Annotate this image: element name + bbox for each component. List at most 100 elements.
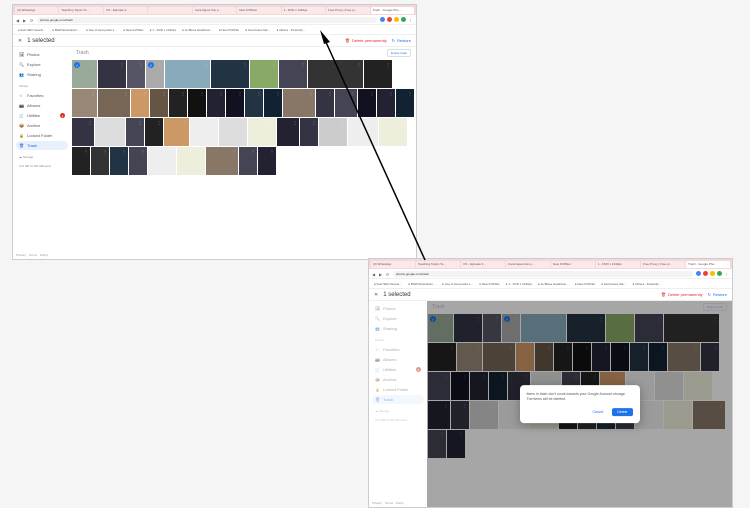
photo-thumbnail[interactable] xyxy=(239,147,257,175)
photo-thumbnail[interactable] xyxy=(348,118,378,146)
browser-tab[interactable]: Free Proxy | Free pr… xyxy=(326,7,369,14)
browser-tab[interactable]: Teaching Topics To… xyxy=(416,261,460,268)
photo-thumbnail[interactable] xyxy=(316,89,334,117)
sidebar-item-albums[interactable]: 📷Albums xyxy=(16,101,68,110)
ext-icon[interactable] xyxy=(380,17,385,22)
browser-tab[interactable]: 1 - DVD x 1440ps xyxy=(282,7,325,14)
ext-icon[interactable] xyxy=(401,17,406,22)
sidebar-item-sharing[interactable]: 👥Sharing xyxy=(16,70,68,79)
ext-icon[interactable] xyxy=(696,271,701,276)
delete-permanently-button[interactable]: 🗑 Delete permanently xyxy=(661,292,703,297)
photo-thumbnail[interactable] xyxy=(110,147,128,175)
close-icon[interactable]: ✕ xyxy=(374,292,378,298)
cancel-button[interactable]: Cancel xyxy=(587,408,608,416)
photo-thumbnail[interactable] xyxy=(72,89,97,117)
photo-thumbnail[interactable] xyxy=(364,60,392,88)
photo-thumbnail[interactable] xyxy=(283,89,315,117)
photo-thumbnail[interactable] xyxy=(319,118,347,146)
photo-thumbnail[interactable] xyxy=(335,89,357,117)
photo-thumbnail[interactable] xyxy=(150,89,168,117)
sidebar-item-albums[interactable]: 📷Albums xyxy=(372,355,424,364)
sidebar-item-explore[interactable]: 🔍Explore xyxy=(16,60,68,69)
sidebar-item-archive[interactable]: 📦Archive xyxy=(372,375,424,384)
photo-thumbnail[interactable] xyxy=(72,60,97,88)
restore-button[interactable]: ↻ Restore xyxy=(708,292,727,297)
browser-tab[interactable]: (3) WhatsApp xyxy=(371,261,415,268)
photo-thumbnail[interactable] xyxy=(131,89,149,117)
bookmark-item[interactable]: ● 1 - DVD x 1440ps xyxy=(148,28,178,32)
photo-thumbnail[interactable] xyxy=(264,89,282,117)
bookmark-item[interactable]: ● B&W Entertainm… xyxy=(50,28,82,32)
bookmark-item[interactable]: ● Vee of best parks s… xyxy=(440,282,475,286)
photo-thumbnail[interactable] xyxy=(207,89,225,117)
photo-thumbnail[interactable] xyxy=(98,60,126,88)
browser-tab[interactable]: Free Proxy | Free pr… xyxy=(641,261,685,268)
sidebar-item-locked-folder[interactable]: 🔒Locked Folder xyxy=(16,131,68,140)
photo-thumbnail[interactable] xyxy=(126,118,144,146)
browser-tab[interactable]: VO - Episode 3… xyxy=(104,7,147,14)
photo-thumbnail[interactable] xyxy=(358,89,376,117)
browser-tab[interactable]: Trash - Google Pho… xyxy=(686,261,730,268)
photo-thumbnail[interactable] xyxy=(129,147,147,175)
footer-link[interactable]: Policy xyxy=(396,501,404,505)
bookmark-item[interactable]: ● B&W Entertainm… xyxy=(406,282,438,286)
url-input[interactable]: photos.google.com/trash xyxy=(37,17,377,23)
browser-tab[interactable]: New KVDNer xyxy=(237,7,280,14)
photo-thumbnail[interactable] xyxy=(169,89,187,117)
browser-tab[interactable]: Cara hapus foto p… xyxy=(506,261,550,268)
photo-thumbnail[interactable] xyxy=(148,147,176,175)
photo-thumbnail[interactable] xyxy=(72,118,94,146)
footer-link[interactable]: Policy xyxy=(40,253,48,257)
photo-thumbnail[interactable] xyxy=(250,60,278,88)
photo-thumbnail[interactable] xyxy=(226,89,244,117)
photo-thumbnail[interactable] xyxy=(258,147,276,175)
photo-thumbnail[interactable] xyxy=(146,60,164,88)
photo-thumbnail[interactable] xyxy=(95,118,125,146)
bookmark-item[interactable]: ● best buses Ma… xyxy=(599,282,628,286)
photo-thumbnail[interactable] xyxy=(245,89,263,117)
delete-button[interactable]: Delete xyxy=(612,408,632,416)
photo-thumbnail[interactable] xyxy=(145,118,163,146)
sidebar-item-favorites[interactable]: ☆Favorites xyxy=(16,91,68,100)
sidebar-item-utilities[interactable]: 🛒Utilities1 xyxy=(16,111,68,120)
sidebar-item-photos[interactable]: 🖼Photos xyxy=(372,304,424,313)
bookmark-item[interactable]: ● best SEO develo… xyxy=(372,282,404,286)
ext-icon[interactable] xyxy=(717,271,722,276)
url-input[interactable]: photos.google.com/trash xyxy=(393,271,693,277)
sidebar-item-sharing[interactable]: 👥Sharing xyxy=(372,324,424,333)
browser-tab[interactable]: VO - Episode 3… xyxy=(461,261,505,268)
browser-tab[interactable] xyxy=(148,7,191,14)
close-icon[interactable]: ✕ xyxy=(18,38,22,44)
bookmark-item[interactable]: ● New KVDNer xyxy=(217,28,241,32)
forward-icon[interactable]: ▶ xyxy=(23,18,27,22)
bookmark-item[interactable]: ● best SEO develo… xyxy=(16,28,48,32)
footer-link[interactable]: Terms xyxy=(29,253,37,257)
photo-thumbnail[interactable] xyxy=(279,60,307,88)
sidebar-item-favorites[interactable]: ☆Favorites xyxy=(372,345,424,354)
bookmark-item[interactable]: ● New KVDNer xyxy=(121,28,145,32)
reload-icon[interactable]: ⟳ xyxy=(30,18,34,22)
back-icon[interactable]: ◀ xyxy=(16,18,20,22)
ext-icon[interactable] xyxy=(703,271,708,276)
photo-thumbnail[interactable] xyxy=(396,89,414,117)
menu-icon[interactable]: ⋮ xyxy=(408,17,413,22)
menu-icon[interactable]: ⋮ xyxy=(724,271,729,276)
photo-thumbnail[interactable] xyxy=(188,89,206,117)
browser-tab[interactable]: Teaching Topics To… xyxy=(59,7,102,14)
ext-icon[interactable] xyxy=(710,271,715,276)
photo-thumbnail[interactable] xyxy=(98,89,130,117)
browser-tab[interactable]: (3) WhatsApp xyxy=(15,7,58,14)
sidebar-item-trash[interactable]: 🗑Trash xyxy=(16,141,68,150)
sidebar-item-trash[interactable]: 🗑Trash xyxy=(372,395,424,404)
sidebar-item-utilities[interactable]: 🛒Utilities1 xyxy=(372,365,424,374)
photo-thumbnail[interactable] xyxy=(206,147,238,175)
ext-icon[interactable] xyxy=(387,17,392,22)
bookmark-item[interactable]: ● Others - Financify… xyxy=(630,282,663,286)
footer-link[interactable]: Privacy xyxy=(16,253,26,257)
photo-thumbnail[interactable] xyxy=(127,60,145,88)
photo-thumbnail[interactable] xyxy=(377,89,395,117)
ext-icon[interactable] xyxy=(394,17,399,22)
photo-thumbnail[interactable] xyxy=(165,60,210,88)
sidebar-item-locked-folder[interactable]: 🔒Locked Folder xyxy=(372,385,424,394)
bookmark-item[interactable]: ● New KVDNer xyxy=(477,282,501,286)
